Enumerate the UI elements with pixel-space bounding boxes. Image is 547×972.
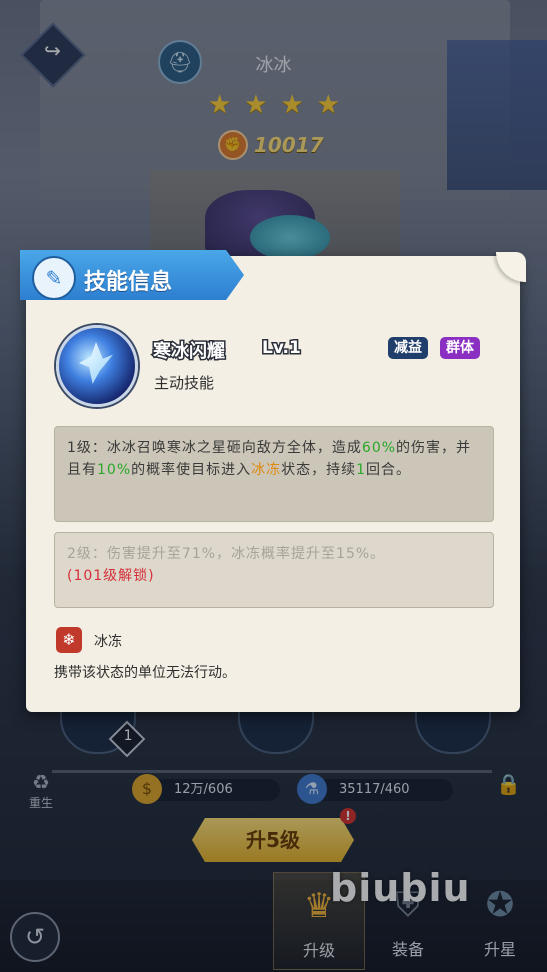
tag-debuff: 减益 xyxy=(388,337,428,359)
level-prefix: 2级： xyxy=(67,546,107,562)
skill-type: 主动技能 xyxy=(154,374,215,392)
page-curl xyxy=(496,252,526,282)
scroll-icon: ✎ xyxy=(32,256,76,300)
level-1-description: 1级：冰冰召唤寒冰之星砸向敌方全体，造成60%的伤害，并且有10%的概率使目标进… xyxy=(54,426,494,522)
status-keyword: 冰冻 xyxy=(251,462,282,478)
skill-level: Lv.1 xyxy=(261,337,303,360)
skill-icon xyxy=(56,325,138,407)
level-2-description: 2级：伤害提升至71%，冰冻概率提升至15%。 (101级解锁) xyxy=(54,532,494,608)
unlock-requirement: (101级解锁) xyxy=(67,568,155,584)
chance-percent: 10% xyxy=(97,462,132,478)
damage-percent: 60% xyxy=(361,440,397,456)
duration-value: 1 xyxy=(356,462,367,478)
snowflake-icon: ❄ xyxy=(56,627,82,653)
panel-title: 技能信息 xyxy=(84,270,173,295)
status-name: 冰冻 xyxy=(94,634,122,650)
skill-name: 寒冰闪耀 xyxy=(152,340,227,364)
status-description: 携带该状态的单位无法行动。 xyxy=(54,665,236,681)
level-prefix: 1级： xyxy=(67,440,107,456)
tag-group: 群体 xyxy=(440,337,480,359)
